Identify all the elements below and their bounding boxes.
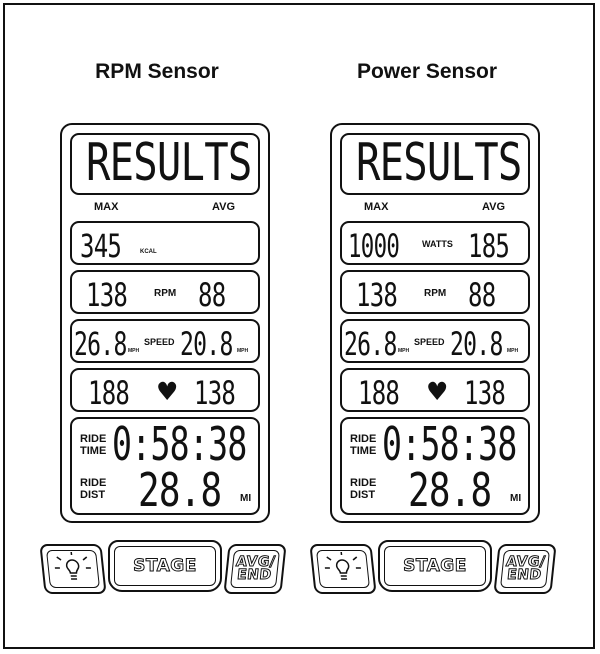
ride-dist-value: 28.8 [138, 463, 222, 517]
results-header-box: RESULTS [70, 133, 260, 195]
stage-button[interactable]: STAGE [108, 540, 222, 592]
calories-value: 345 [80, 227, 122, 265]
rpm-max-value: 138 [86, 276, 128, 314]
console-display: RESULTS MAX AVG 345 KCAL 138 RPM 88 26.8… [60, 123, 270, 523]
speed-avg-unit: MPH [507, 348, 519, 354]
rpm-row: 138 RPM 88 [340, 270, 530, 314]
ride-stats-box: RIDE TIME 0:58:38 RIDE DIST 28.8 MI [340, 417, 530, 517]
console-buttons: STAGE AVG/END [39, 532, 287, 602]
results-header: RESULTS [356, 133, 522, 193]
ride-dist-unit: MI [240, 493, 252, 504]
ride-stats-box: RIDE TIME 0:58:38 RIDE DIST 28.8 MI [70, 417, 260, 517]
heart-rate-avg-value: 138 [464, 374, 506, 412]
heart-rate-max-value: 188 [358, 374, 400, 412]
ride-dist-label: RIDE DIST [350, 477, 377, 501]
heart-rate-row: 188 ♥ 138 [70, 368, 260, 412]
panel-rpm-sensor: RPM Sensor RESULTS MAX AVG 345 KCAL 138 … [39, 0, 287, 654]
watts-max-value: 1000 [348, 227, 400, 265]
console-display: RESULTS MAX AVG 1000 WATTS 185 138 RPM 8… [330, 123, 540, 523]
speed-max-unit: MPH [128, 348, 140, 354]
avg-end-button[interactable]: AVG/END [223, 544, 287, 594]
ride-dist-value: 28.8 [408, 463, 492, 517]
rpm-label: RPM [154, 288, 177, 299]
speed-max-value: 26.8 [74, 325, 127, 363]
watts-label: WATTS [422, 239, 453, 249]
stage-button[interactable]: STAGE [378, 540, 492, 592]
heart-rate-row: 188 ♥ 138 [340, 368, 530, 412]
speed-label: SPEED [144, 337, 175, 347]
results-header-box: RESULTS [340, 133, 530, 195]
speed-avg-value: 20.8 [450, 325, 503, 363]
watts-row: 1000 WATTS 185 [340, 221, 530, 265]
speed-max-value: 26.8 [344, 325, 397, 363]
console-buttons: STAGE AVG/END [309, 532, 557, 602]
speed-max-unit: MPH [398, 348, 410, 354]
avg-label: AVG [482, 201, 506, 213]
heart-rate-max-value: 188 [88, 374, 130, 412]
panel-title: Power Sensor [356, 60, 498, 83]
watts-avg-value: 185 [468, 227, 510, 265]
speed-avg-value: 20.8 [180, 325, 233, 363]
panel-power-sensor: Power Sensor RESULTS MAX AVG 1000 WATTS … [309, 0, 557, 654]
lightbulb-icon [54, 552, 91, 580]
ride-time-label: RIDE TIME [80, 433, 107, 457]
speed-label: SPEED [414, 337, 445, 347]
speed-row: 26.8 MPH SPEED 20.8 MPH [340, 319, 530, 363]
heart-icon: ♥ [156, 377, 179, 406]
light-button[interactable] [309, 544, 377, 594]
avg-end-button[interactable]: AVG/END [493, 544, 557, 594]
ride-dist-label: RIDE DIST [80, 477, 107, 501]
calories-unit: KCAL [140, 249, 157, 255]
light-button[interactable] [39, 544, 107, 594]
max-label: MAX [94, 201, 119, 213]
rpm-avg-value: 88 [198, 276, 226, 314]
ride-time-label: RIDE TIME [350, 433, 377, 457]
results-header: RESULTS [86, 133, 252, 193]
heart-rate-avg-value: 138 [194, 374, 236, 412]
heart-icon: ♥ [426, 377, 449, 406]
lightbulb-icon [324, 552, 361, 580]
max-label: MAX [364, 201, 389, 213]
avg-label: AVG [212, 201, 236, 213]
ride-dist-unit: MI [510, 493, 522, 504]
panel-title: RPM Sensor [95, 60, 219, 83]
rpm-label: RPM [424, 288, 447, 299]
calories-row: 345 KCAL [70, 221, 260, 265]
rpm-avg-value: 88 [468, 276, 496, 314]
speed-row: 26.8 MPH SPEED 20.8 MPH [70, 319, 260, 363]
rpm-max-value: 138 [356, 276, 398, 314]
rpm-row: 138 RPM 88 [70, 270, 260, 314]
speed-avg-unit: MPH [237, 348, 249, 354]
